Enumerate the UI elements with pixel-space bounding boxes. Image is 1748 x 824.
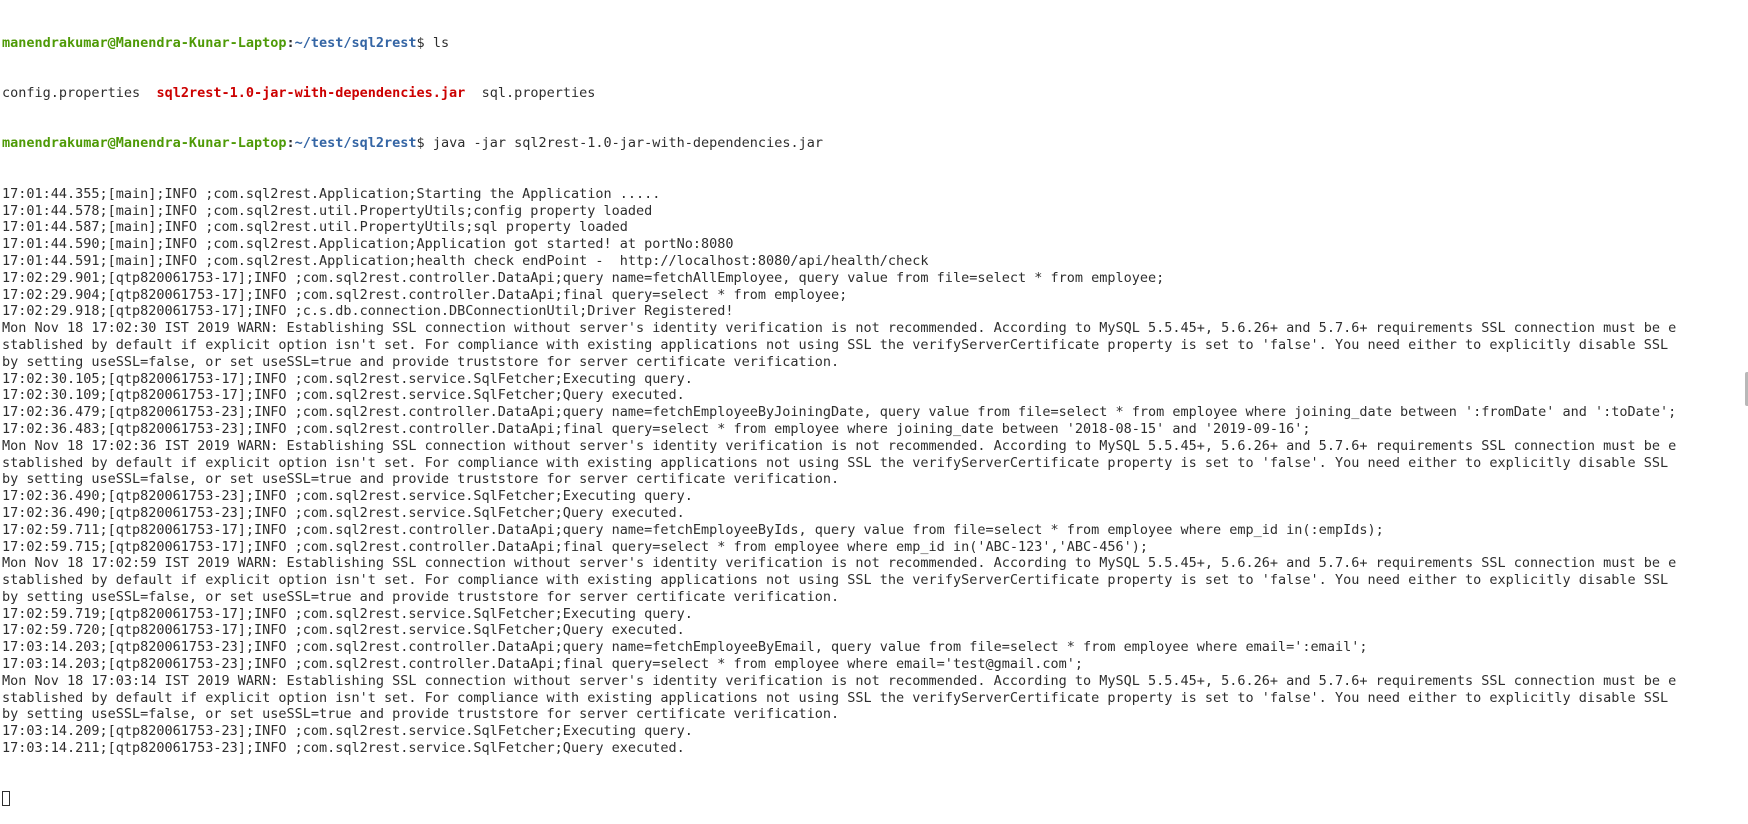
log-line: 17:02:29.901;[qtp820061753-17];INFO ;com… [2,269,1165,286]
prompt-line-ls: manendrakumar@Manendra-Kunar-Laptop:~/te… [2,34,450,51]
log-line: 17:02:29.918;[qtp820061753-17];INFO ;c.s… [2,303,734,320]
prompt-user-host: manendrakumar@Manendra-Kunar-Laptop [2,34,287,51]
log-line: Mon Nov 18 17:02:36 IST 2019 WARN: Estab… [2,437,1677,454]
log-line: 17:02:30.105;[qtp820061753-17];INFO ;com… [2,370,693,387]
prompt-symbol: $ [416,135,425,152]
log-line: 17:01:44.578;[main];INFO ;com.sql2rest.u… [2,202,653,219]
log-line: 17:02:36.490;[qtp820061753-23];INFO ;com… [2,504,685,521]
log-output: 17:01:44.355;[main];INFO ;com.sql2rest.A… [2,186,1740,757]
log-line: 17:02:30.109;[qtp820061753-17];INFO ;com… [2,387,685,404]
log-line: 17:02:59.711;[qtp820061753-17];INFO ;com… [2,521,1384,538]
log-line: 17:01:44.587;[main];INFO ;com.sql2rest.u… [2,219,628,236]
log-line: stablished by default if explicit option… [2,454,1669,471]
log-line: stablished by default if explicit option… [2,689,1669,706]
terminal-cursor [2,791,10,807]
prompt-user-host: manendrakumar@Manendra-Kunar-Laptop [2,135,287,152]
prompt-line-java: manendrakumar@Manendra-Kunar-Laptop:~/te… [2,135,823,152]
log-line: by setting useSSL=false, or set useSSL=t… [2,471,840,488]
log-line: by setting useSSL=false, or set useSSL=t… [2,353,840,370]
log-line: by setting useSSL=false, or set useSSL=t… [2,706,840,723]
prompt-path: ~/test/sql2rest [294,34,417,51]
log-line: 17:01:44.355;[main];INFO ;com.sql2rest.A… [2,185,661,202]
command-java: java -jar sql2rest-1.0-jar-with-dependen… [432,135,823,152]
command-ls: ls [432,34,450,51]
log-line: 17:02:36.490;[qtp820061753-23];INFO ;com… [2,488,693,505]
log-line: 17:02:29.904;[qtp820061753-17];INFO ;com… [2,286,848,303]
log-line: by setting useSSL=false, or set useSSL=t… [2,588,840,605]
log-line: 17:03:14.211;[qtp820061753-23];INFO ;com… [2,740,685,757]
log-line: 17:02:59.715;[qtp820061753-17];INFO ;com… [2,538,1149,555]
file-entry: sql.properties [481,84,596,101]
log-line: 17:03:14.203;[qtp820061753-23];INFO ;com… [2,639,1368,656]
log-line: 17:01:44.590;[main];INFO ;com.sql2rest.A… [2,236,734,253]
log-line: Mon Nov 18 17:02:59 IST 2019 WARN: Estab… [2,555,1677,572]
log-line: Mon Nov 18 17:02:30 IST 2019 WARN: Estab… [2,320,1677,337]
log-line: 17:03:14.209;[qtp820061753-23];INFO ;com… [2,723,693,740]
log-line: Mon Nov 18 17:03:14 IST 2019 WARN: Estab… [2,672,1677,689]
prompt-symbol: $ [416,34,425,51]
log-line: stablished by default if explicit option… [2,336,1669,353]
cursor-line [2,790,1740,807]
log-line: 17:02:36.479;[qtp820061753-23];INFO ;com… [2,404,1677,421]
log-line: 17:02:59.719;[qtp820061753-17];INFO ;com… [2,605,693,622]
log-line: 17:02:36.483;[qtp820061753-23];INFO ;com… [2,420,1311,437]
log-line: 17:02:59.720;[qtp820061753-17];INFO ;com… [2,622,685,639]
log-line: 17:03:14.203;[qtp820061753-23];INFO ;com… [2,656,1083,673]
file-entry: config.properties [2,84,141,101]
ls-output-line: config.properties sql2rest-1.0-jar-with-… [2,85,1740,102]
jar-file-entry: sql2rest-1.0-jar-with-dependencies.jar [156,84,466,101]
log-line: 17:01:44.591;[main];INFO ;com.sql2rest.A… [2,252,929,269]
log-line: stablished by default if explicit option… [2,572,1669,589]
prompt-path: ~/test/sql2rest [294,135,417,152]
terminal-output[interactable]: manendrakumar@Manendra-Kunar-Laptop:~/te… [2,1,1740,824]
